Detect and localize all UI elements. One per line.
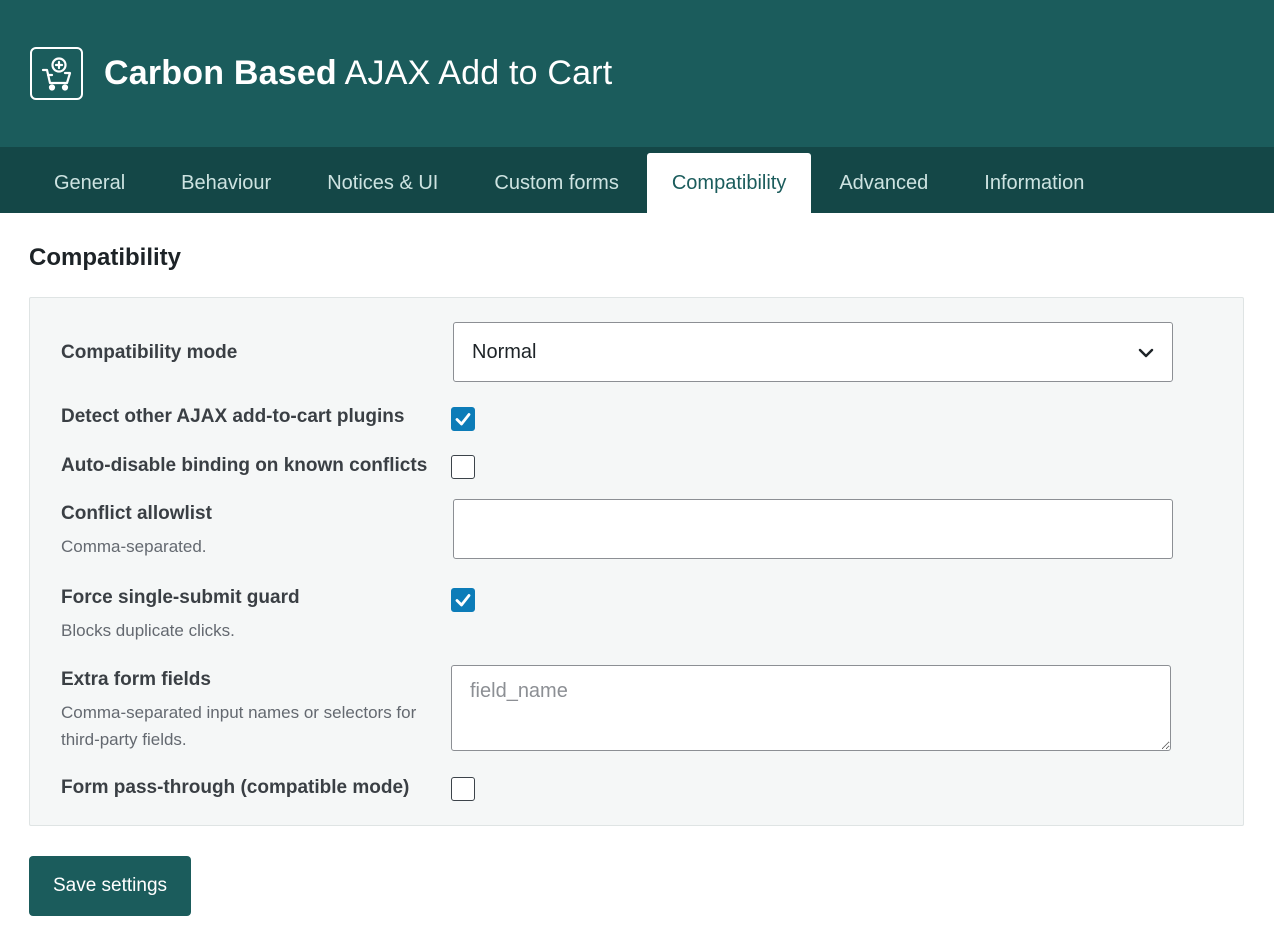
auto-disable-label: Auto-disable binding on known conflicts bbox=[61, 455, 428, 476]
pass-through-checkbox[interactable] bbox=[451, 777, 475, 801]
tab-information[interactable]: Information bbox=[956, 153, 1112, 213]
extra-fields-label: Extra form fields bbox=[61, 669, 211, 690]
tab-advanced[interactable]: Advanced bbox=[811, 153, 956, 213]
single-submit-description: Blocks duplicate clicks. bbox=[61, 621, 235, 640]
single-submit-checkbox[interactable] bbox=[451, 588, 475, 612]
allowlist-input[interactable] bbox=[453, 499, 1173, 559]
brand-name: Carbon Based bbox=[104, 54, 337, 92]
extra-fields-description: Comma-separated input names or selectors… bbox=[61, 703, 417, 749]
detect-plugins-checkbox[interactable] bbox=[451, 407, 475, 431]
product-name: AJAX Add to Cart bbox=[336, 54, 613, 92]
allowlist-description: Comma-separated. bbox=[61, 537, 207, 556]
allowlist-label: Conflict allowlist bbox=[61, 503, 212, 524]
compat-mode-label: Compatibility mode bbox=[61, 342, 238, 363]
section-title: Compatibility bbox=[29, 244, 182, 271]
app-header: Carbon Based AJAX Add to Cart bbox=[0, 0, 1274, 147]
auto-disable-checkbox[interactable] bbox=[451, 455, 475, 479]
compat-mode-value: Normal bbox=[472, 340, 537, 363]
settings-panel: Compatibility mode Normal Detect other A… bbox=[29, 297, 1244, 826]
app-title: Carbon Based AJAX Add to Cart bbox=[104, 54, 612, 93]
detect-plugins-label: Detect other AJAX add-to-cart plugins bbox=[61, 406, 405, 427]
chevron-down-icon bbox=[1138, 348, 1154, 358]
tab-bar: General Behaviour Notices & UI Custom fo… bbox=[0, 147, 1274, 213]
tab-general[interactable]: General bbox=[26, 153, 153, 213]
pass-through-label: Form pass-through (compatible mode) bbox=[61, 777, 410, 798]
single-submit-label: Force single-submit guard bbox=[61, 587, 300, 608]
tab-custom-forms[interactable]: Custom forms bbox=[466, 153, 646, 213]
save-settings-button[interactable]: Save settings bbox=[29, 856, 191, 916]
tab-behaviour[interactable]: Behaviour bbox=[153, 153, 299, 213]
checkmark-icon bbox=[455, 594, 471, 607]
tab-compatibility[interactable]: Compatibility bbox=[646, 153, 812, 213]
extra-fields-textarea[interactable] bbox=[451, 665, 1171, 751]
cart-plus-icon bbox=[30, 47, 83, 100]
tab-notices-ui[interactable]: Notices & UI bbox=[299, 153, 466, 213]
checkmark-icon bbox=[455, 413, 471, 426]
compat-mode-select[interactable]: Normal bbox=[453, 322, 1173, 382]
